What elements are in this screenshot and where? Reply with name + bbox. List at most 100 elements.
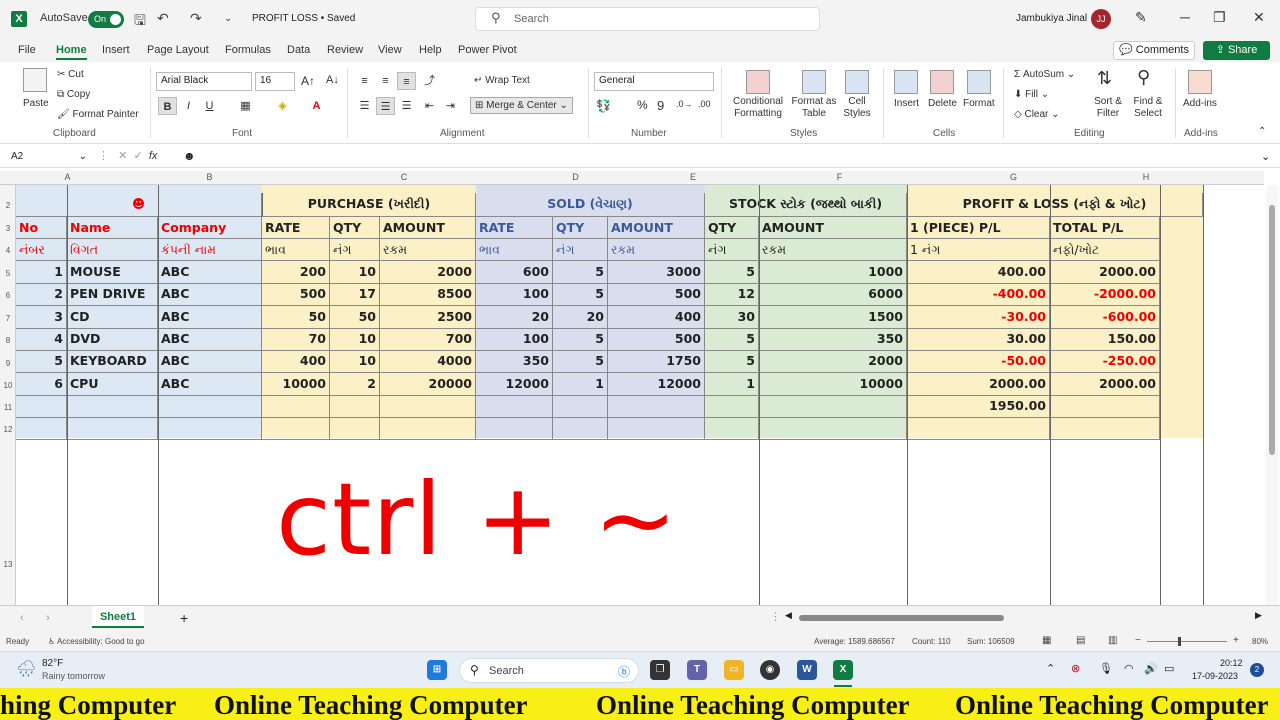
table-cell[interactable]: 20 [553, 305, 608, 329]
restore-icon[interactable]: ❐ [1213, 9, 1226, 26]
row-header[interactable]: 12 [0, 425, 16, 434]
column-header-c[interactable]: C [300, 172, 508, 182]
header-cell-k-amount[interactable]: AMOUNT [759, 217, 907, 239]
table-cell[interactable] [262, 394, 330, 418]
delete-cells-button[interactable]: Delete [928, 98, 957, 109]
column-header-a[interactable]: A [16, 172, 119, 182]
sheet-tab-sheet1[interactable]: Sheet1 [92, 606, 144, 628]
column-header-b[interactable]: B [119, 172, 300, 182]
align-center-icon[interactable]: ☰ [376, 97, 395, 115]
clock-time[interactable]: 20:12 [1220, 658, 1243, 668]
format-cells-icon[interactable] [967, 70, 991, 94]
row-header[interactable]: 10 [0, 381, 16, 390]
windows-start-icon[interactable]: ⊞ [427, 660, 447, 680]
conditional-formatting-button[interactable]: Conditional Formatting [729, 96, 787, 120]
copy-button[interactable]: ⧉ Copy [57, 89, 90, 100]
pen-icon[interactable]: ✎ [1135, 9, 1147, 26]
smiley-cell[interactable]: ☻ [16, 193, 262, 217]
table-cell[interactable] [16, 394, 67, 418]
increase-decimal-icon[interactable]: .0→ [676, 99, 693, 109]
header-cell-k-qty[interactable]: QTY [705, 217, 759, 239]
column-header-e[interactable]: E [643, 172, 743, 182]
header-cell-p-qty[interactable]: નંગ [330, 239, 380, 261]
weather-forecast[interactable]: Rainy tomorrow [42, 671, 105, 681]
table-cell[interactable] [16, 417, 67, 441]
table-cell[interactable]: 100 [476, 283, 553, 307]
collapse-ribbon-icon[interactable]: ⌃ [1258, 126, 1266, 137]
table-cell[interactable] [476, 417, 553, 441]
font-size-select[interactable]: 16 [255, 72, 295, 91]
table-cell[interactable] [380, 417, 476, 441]
table-cell[interactable] [759, 417, 907, 441]
table-cell[interactable]: ABC [158, 327, 262, 351]
table-cell[interactable]: 700 [380, 327, 476, 351]
header-cell-pl-total[interactable]: નફો/ખોટ [1050, 239, 1160, 261]
fill-color-icon[interactable]: ◈ [273, 97, 292, 115]
tab-insert[interactable]: Insert [102, 44, 130, 56]
currency-icon[interactable]: 💱 [596, 99, 611, 113]
align-right-icon[interactable]: ☰ [397, 97, 416, 115]
row-header[interactable]: 11 [0, 403, 16, 412]
table-cell[interactable]: 4 [16, 327, 67, 351]
header-cell-no[interactable]: No [16, 217, 67, 239]
borders-icon[interactable]: ▦ [236, 97, 255, 115]
row-header[interactable]: 13 [0, 560, 16, 569]
chevron-up-icon[interactable]: ⌃ [1046, 662, 1055, 675]
table-cell[interactable]: 2500 [380, 305, 476, 329]
tabs-more-icon[interactable]: ⋮ [770, 610, 781, 623]
stock-title[interactable]: STOCK સ્ટોક (જથ્થો બાકી) [705, 193, 907, 217]
table-cell[interactable]: ABC [158, 305, 262, 329]
table-cell[interactable] [608, 417, 705, 441]
format-painter-button[interactable]: 🖌 Format Painter [57, 109, 139, 120]
bold-icon[interactable]: B [158, 97, 177, 115]
expand-formula-bar-icon[interactable]: ⌄ [1261, 150, 1270, 163]
table-cell[interactable] [380, 394, 476, 418]
excel-taskbar-icon[interactable]: X [833, 660, 853, 680]
conditional-formatting-icon[interactable] [746, 70, 770, 94]
table-cell[interactable]: 70 [262, 327, 330, 351]
table-cell[interactable]: PEN DRIVE [67, 283, 158, 307]
font-color-icon[interactable]: A [307, 97, 326, 115]
battery-icon[interactable]: ▭ [1164, 662, 1174, 675]
avatar[interactable]: JJ [1091, 9, 1111, 29]
document-title[interactable]: PROFIT LOSS • Saved [252, 13, 355, 24]
table-cell[interactable] [67, 394, 158, 418]
clear-button[interactable]: ◇ Clear ⌄ [1014, 109, 1060, 120]
table-cell[interactable]: 3000 [608, 261, 705, 284]
worksheet-grid[interactable]: ☻ PURCHASE (ખરીદી) SOLD (વેચાણ) STOCK સ્… [16, 185, 1264, 605]
table-cell[interactable] [705, 417, 759, 441]
task-view-icon[interactable]: ❐ [650, 660, 670, 680]
table-cell[interactable]: 5 [553, 350, 608, 374]
table-cell[interactable]: ABC [158, 372, 262, 396]
table-cell[interactable]: 12000 [608, 372, 705, 396]
row-header[interactable]: 7 [0, 314, 16, 323]
tab-page-layout[interactable]: Page Layout [147, 44, 209, 56]
table-cell[interactable] [1050, 394, 1160, 418]
table-cell[interactable]: 10000 [262, 372, 330, 396]
delete-cells-icon[interactable] [930, 70, 954, 94]
table-cell[interactable]: -600.00 [1050, 305, 1160, 329]
table-cell[interactable]: ABC [158, 350, 262, 374]
add-sheet-button[interactable]: + [180, 610, 188, 626]
table-cell[interactable]: 500 [608, 283, 705, 307]
table-cell[interactable]: 500 [608, 327, 705, 351]
zoom-level[interactable]: 80% [1252, 637, 1268, 646]
header-cell-p-qty[interactable]: QTY [330, 217, 380, 239]
header-cell-p-amount[interactable]: રકમ [380, 239, 476, 261]
table-cell[interactable]: 20000 [380, 372, 476, 396]
zoom-slider[interactable] [1147, 641, 1227, 642]
name-box[interactable]: A2 ⌄ [6, 149, 91, 166]
table-cell[interactable]: 400 [608, 305, 705, 329]
header-cell-s-qty[interactable]: QTY [553, 217, 608, 239]
table-cell[interactable]: 400.00 [907, 261, 1050, 284]
header-cell-k-amount[interactable]: રકમ [759, 239, 907, 261]
save-icon[interactable]: 🖫 [134, 10, 146, 34]
table-cell[interactable]: 5 [705, 350, 759, 374]
notification-badge[interactable]: 2 [1250, 663, 1264, 677]
wifi-icon[interactable]: ◠ [1124, 662, 1134, 675]
header-cell-name[interactable]: Name [67, 217, 158, 239]
table-cell[interactable]: 12000 [476, 372, 553, 396]
font-name-select[interactable]: Arial Black [156, 72, 252, 91]
table-cell[interactable] [67, 417, 158, 441]
header-cell-pl-piece[interactable]: 1 નંગ [907, 239, 1050, 261]
